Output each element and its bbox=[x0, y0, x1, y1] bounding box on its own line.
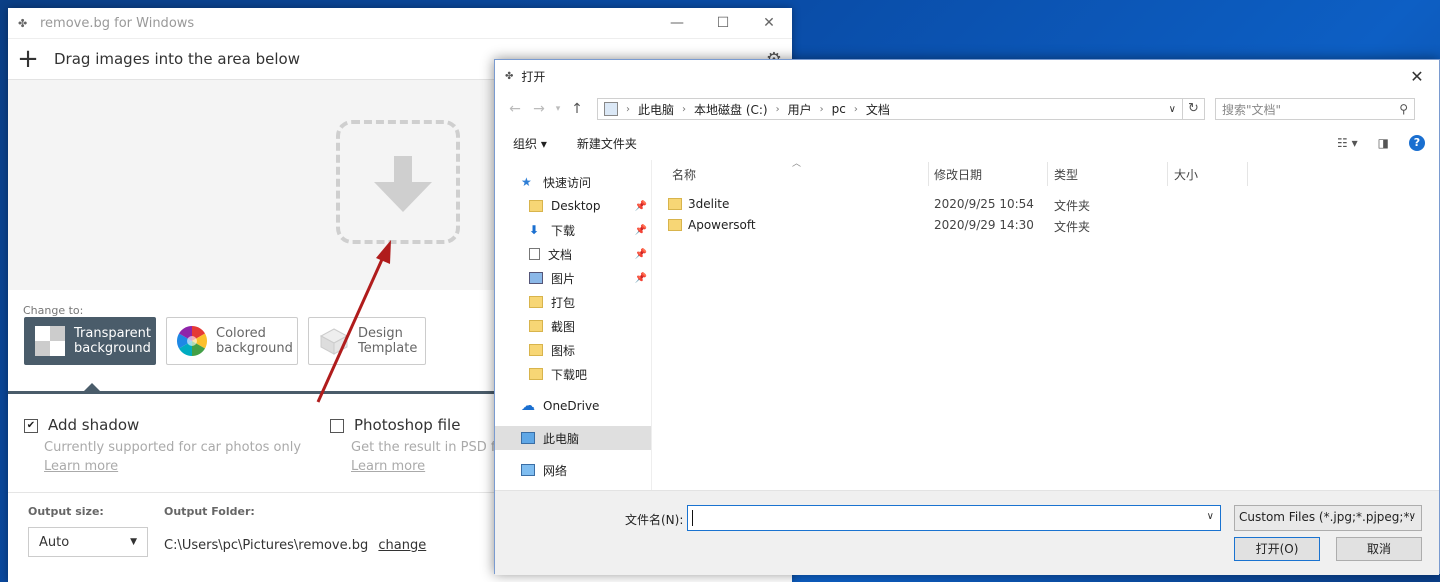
computer-icon bbox=[521, 432, 535, 444]
nav-item-label: 下载吧 bbox=[551, 367, 588, 382]
folder-icon bbox=[529, 200, 543, 212]
dialog-title: 打开 bbox=[521, 69, 546, 84]
preview-pane-icon[interactable]: ◨ bbox=[1378, 136, 1389, 150]
star-icon: ★ bbox=[521, 175, 532, 189]
view-options-icon[interactable]: ☷ ▾ bbox=[1337, 136, 1358, 150]
chevron-down-icon: ∨ bbox=[1408, 511, 1416, 522]
cancel-button[interactable]: 取消 bbox=[1336, 537, 1422, 561]
dialog-titlebar: ✤ 打开 ✕ bbox=[495, 60, 1439, 92]
pin-icon: 📌 bbox=[634, 224, 647, 236]
document-icon bbox=[529, 248, 540, 260]
nav-item-label: 截图 bbox=[551, 319, 576, 334]
network-icon bbox=[521, 464, 535, 476]
nav-item-label: 快速访问 bbox=[543, 175, 592, 190]
breadcrumb-item[interactable]: pc bbox=[832, 102, 846, 116]
nav-item-desktop[interactable]: Desktop 📌 bbox=[495, 194, 651, 218]
file-date: 2020/9/25 10:54 bbox=[934, 197, 1034, 211]
picture-icon bbox=[529, 272, 543, 284]
file-list: 名称 ︿ 修改日期 类型 大小 3delite 2020/9/25 10:54 … bbox=[652, 159, 1439, 490]
nav-item-pictures[interactable]: 图片 📌 bbox=[495, 266, 651, 290]
nav-item-label: OneDrive bbox=[543, 399, 600, 413]
help-icon[interactable]: ? bbox=[1409, 135, 1425, 151]
new-folder-button[interactable]: 新建文件夹 bbox=[577, 135, 637, 152]
column-header-size[interactable]: 大小 bbox=[1174, 160, 1198, 188]
nav-item-folder[interactable]: 下载吧 bbox=[495, 362, 651, 386]
back-arrow-icon[interactable]: ← bbox=[503, 101, 527, 117]
chevron-down-icon[interactable]: ∨ bbox=[1207, 511, 1214, 522]
nav-item-quick-access[interactable]: ★ 快速访问 bbox=[495, 170, 651, 194]
chevron-down-icon[interactable]: ▾ bbox=[551, 104, 565, 114]
filename-label: 文件名(N): bbox=[625, 513, 684, 527]
text-cursor bbox=[692, 510, 693, 526]
file-name: 3delite bbox=[688, 197, 730, 211]
dialog-close-button[interactable]: ✕ bbox=[1395, 67, 1439, 86]
nav-item-label: 下载 bbox=[551, 223, 576, 238]
nav-item-label: 文档 bbox=[548, 247, 573, 262]
folder-icon bbox=[668, 198, 682, 210]
breadcrumb-item[interactable]: 本地磁盘 (C:) bbox=[694, 101, 768, 118]
filename-input[interactable]: ∨ bbox=[687, 505, 1221, 531]
open-file-dialog: ✤ 打开 ✕ ← → ▾ ↑ › 此电脑 › 本地磁盘 (C:) › 用户 › … bbox=[494, 59, 1440, 575]
nav-item-folder[interactable]: 截图 bbox=[495, 314, 651, 338]
navigation-pane: ★ 快速访问 Desktop 📌 ⬇ 下载 📌 文档 📌 图片 📌 打包 截图 … bbox=[495, 160, 652, 490]
column-header-name[interactable]: 名称 bbox=[672, 160, 696, 188]
refresh-icon[interactable]: ↻ bbox=[1183, 98, 1205, 120]
command-bar: 组织 ▾ 新建文件夹 ☷ ▾ ◨ ? bbox=[495, 126, 1439, 160]
address-bar[interactable]: › 此电脑 › 本地磁盘 (C:) › 用户 › pc › 文档 ∨ bbox=[597, 98, 1183, 120]
file-type-select[interactable]: Custom Files (*.jpg;*.pjpeg;*. ∨ bbox=[1234, 505, 1422, 531]
pin-icon: 📌 bbox=[634, 272, 647, 284]
pin-icon: 📌 bbox=[634, 248, 647, 260]
nav-item-folder[interactable]: 打包 bbox=[495, 290, 651, 314]
column-header-date[interactable]: 修改日期 bbox=[934, 160, 982, 188]
nav-item-label: 图片 bbox=[551, 271, 576, 286]
nav-item-label: 打包 bbox=[551, 295, 576, 310]
file-type-value: Custom Files (*.jpg;*.pjpeg;*. bbox=[1239, 510, 1414, 524]
up-arrow-icon[interactable]: ↑ bbox=[565, 101, 589, 117]
folder-icon bbox=[529, 296, 543, 308]
breadcrumb-item[interactable]: 此电脑 bbox=[638, 101, 674, 118]
folder-icon bbox=[529, 320, 543, 332]
search-icon: ⚲ bbox=[1399, 102, 1408, 116]
nav-item-folder[interactable]: 图标 bbox=[495, 338, 651, 362]
folder-icon bbox=[668, 219, 682, 231]
breadcrumb-item[interactable]: 文档 bbox=[866, 101, 890, 118]
forward-arrow-icon[interactable]: → bbox=[527, 101, 551, 117]
column-header-type[interactable]: 类型 bbox=[1054, 160, 1078, 188]
search-input[interactable]: 搜索"文档" ⚲ bbox=[1215, 98, 1415, 120]
dialog-footer: 文件名(N): ∨ Custom Files (*.jpg;*.pjpeg;*.… bbox=[495, 490, 1439, 575]
nav-item-onedrive[interactable]: ☁ OneDrive bbox=[495, 394, 651, 418]
folder-icon bbox=[529, 344, 543, 356]
nav-item-this-pc[interactable]: 此电脑 bbox=[495, 426, 651, 450]
file-name: Apowersoft bbox=[688, 218, 756, 232]
nav-item-downloads[interactable]: ⬇ 下载 📌 bbox=[495, 218, 651, 242]
download-icon: ⬇ bbox=[529, 223, 540, 237]
folder-icon bbox=[529, 368, 543, 380]
nav-item-label: 此电脑 bbox=[543, 431, 580, 446]
sort-indicator-icon: ︿ bbox=[792, 159, 802, 169]
app-icon: ✤ bbox=[505, 70, 514, 82]
cloud-icon: ☁ bbox=[521, 398, 535, 414]
breadcrumb-item[interactable]: 用户 bbox=[788, 101, 812, 118]
dialog-body: ★ 快速访问 Desktop 📌 ⬇ 下载 📌 文档 📌 图片 📌 打包 截图 … bbox=[495, 159, 1439, 490]
nav-item-label: Desktop bbox=[551, 199, 601, 213]
file-type: 文件夹 bbox=[1054, 220, 1091, 234]
search-placeholder: 搜索"文档" bbox=[1222, 102, 1282, 117]
file-date: 2020/9/29 14:30 bbox=[934, 218, 1034, 232]
pin-icon: 📌 bbox=[634, 200, 647, 212]
chevron-down-icon[interactable]: ∨ bbox=[1169, 104, 1176, 115]
nav-item-network[interactable]: 网络 bbox=[495, 458, 651, 482]
file-type: 文件夹 bbox=[1054, 199, 1091, 213]
nav-item-label: 网络 bbox=[543, 463, 568, 478]
navigation-bar: ← → ▾ ↑ › 此电脑 › 本地磁盘 (C:) › 用户 › pc › 文档… bbox=[495, 92, 1439, 126]
computer-icon bbox=[604, 102, 618, 116]
organize-menu[interactable]: 组织 ▾ bbox=[513, 135, 547, 152]
nav-item-documents[interactable]: 文档 📌 bbox=[495, 242, 651, 266]
open-button[interactable]: 打开(O) bbox=[1234, 537, 1320, 561]
organize-label: 组织 bbox=[513, 136, 538, 151]
nav-item-label: 图标 bbox=[551, 343, 576, 358]
